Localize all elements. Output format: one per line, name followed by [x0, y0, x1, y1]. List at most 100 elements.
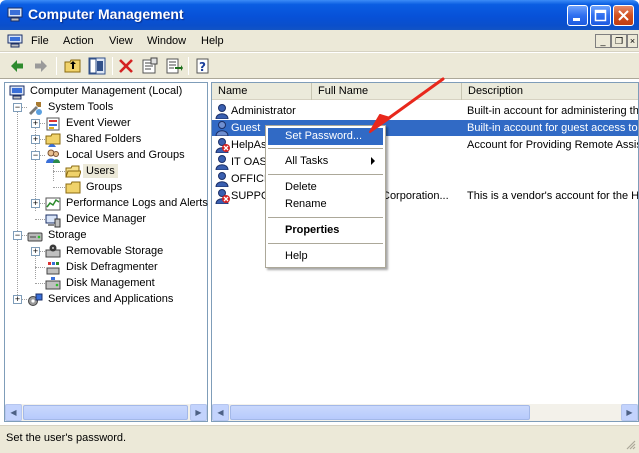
help-icon[interactable]: ?: [194, 57, 212, 75]
restore-icon: ❐: [614, 36, 624, 46]
folder-open-icon: [65, 165, 81, 178]
tree-horizontal-scrollbar[interactable]: ◀ ▶: [5, 404, 207, 421]
event-viewer-icon: [46, 117, 60, 131]
collapse-storage[interactable]: −: [13, 231, 22, 240]
removable-storage-icon: [45, 244, 61, 258]
menu-help[interactable]: Help: [201, 35, 224, 47]
user-icon: [215, 155, 229, 170]
tools-icon: [29, 102, 42, 115]
menu-item-properties[interactable]: Properties: [268, 222, 383, 239]
delete-icon[interactable]: [117, 57, 135, 75]
tree-label: Performance Logs and Alerts: [66, 197, 208, 209]
maximize-icon: [594, 9, 607, 22]
disk-defragmenter-icon: [46, 262, 60, 275]
menu-view[interactable]: View: [109, 35, 133, 47]
tree-label: Groups: [86, 181, 123, 193]
list-horizontal-scrollbar[interactable]: ◀ ▶: [212, 404, 638, 421]
mdi-close-button[interactable]: ×: [627, 34, 638, 48]
maximize-button[interactable]: [590, 5, 611, 26]
resize-grip-icon[interactable]: [624, 438, 636, 450]
scroll-right-icon[interactable]: ▶: [621, 404, 638, 421]
expand-event-viewer[interactable]: +: [31, 119, 40, 128]
minimize-icon: [573, 18, 580, 21]
mdi-minimize-button[interactable]: _: [595, 34, 611, 48]
user-description: Built-in account for administering th: [467, 105, 639, 117]
disk-management-icon: [45, 277, 61, 290]
tree-label: System Tools: [48, 101, 114, 113]
menu-window[interactable]: Window: [147, 35, 186, 47]
submenu-arrow-icon: [371, 157, 375, 165]
expand-removable-storage[interactable]: +: [31, 247, 40, 256]
folder-icon: [65, 181, 81, 194]
tree-label: Computer Management (Local): [30, 85, 183, 97]
console-tree[interactable]: Computer Management (Local) − System Too…: [4, 82, 208, 422]
menu-action[interactable]: Action: [63, 35, 94, 47]
storage-icon: [27, 232, 43, 242]
close-icon: ×: [629, 36, 636, 46]
title-bar[interactable]: Computer Management: [0, 0, 639, 30]
collapse-local-users-groups[interactable]: −: [31, 151, 40, 160]
menu-item-rename[interactable]: Rename: [268, 196, 383, 213]
tree-label: Removable Storage: [66, 245, 164, 257]
collapse-system-tools[interactable]: −: [13, 103, 22, 112]
menu-item-help[interactable]: Help: [268, 248, 383, 265]
properties-icon[interactable]: [141, 57, 159, 75]
expand-services-apps[interactable]: +: [13, 295, 22, 304]
user-description: Built-in account for guest access to: [467, 122, 638, 134]
svg-text:?: ?: [199, 60, 206, 74]
tree-label: Users: [83, 164, 118, 178]
user-icon: [215, 104, 229, 119]
status-bar: Set the user's password.: [0, 425, 639, 453]
computer-icon: [9, 85, 25, 100]
column-header-description[interactable]: Description: [462, 83, 638, 100]
scroll-right-icon[interactable]: ▶: [190, 404, 207, 421]
tree-label: Disk Defragmenter: [66, 261, 158, 273]
export-list-icon[interactable]: [165, 57, 183, 75]
expand-shared-folders[interactable]: +: [31, 135, 40, 144]
window-title: Computer Management: [28, 6, 184, 22]
annotation-arrow-icon: [369, 77, 445, 133]
user-description: This is a vendor's account for the H: [467, 190, 639, 202]
close-icon: [618, 10, 629, 21]
column-header-name[interactable]: Name: [212, 83, 312, 100]
user-icon: [215, 172, 229, 187]
tree-label: Device Manager: [66, 213, 147, 225]
scroll-thumb[interactable]: [23, 405, 188, 420]
user-icon: [215, 121, 229, 136]
menu-item-label: All Tasks: [285, 155, 329, 167]
scroll-left-icon[interactable]: ◀: [5, 404, 22, 421]
users-groups-icon: [46, 149, 60, 163]
show-hide-tree-icon[interactable]: [88, 57, 106, 75]
minimize-icon: _: [600, 36, 606, 46]
close-button[interactable]: [613, 5, 634, 26]
tree-label: Event Viewer: [66, 117, 131, 129]
tree-label: Storage: [48, 229, 87, 241]
forward-icon[interactable]: [32, 57, 50, 75]
menu-item-delete[interactable]: Delete: [268, 179, 383, 196]
performance-icon: [45, 197, 61, 211]
services-icon: [28, 293, 43, 306]
back-icon[interactable]: [8, 57, 26, 75]
minimize-button[interactable]: [567, 5, 588, 26]
tree-label: Services and Applications: [48, 293, 174, 305]
menu-file[interactable]: File: [31, 35, 49, 47]
computer-management-icon: [7, 7, 23, 22]
scroll-thumb[interactable]: [230, 405, 530, 420]
up-folder-icon[interactable]: [64, 57, 82, 75]
mdi-restore-button[interactable]: ❐: [611, 34, 627, 48]
scroll-left-icon[interactable]: ◀: [212, 404, 229, 421]
context-menu: Set Password... All Tasks Delete Rename …: [265, 125, 386, 268]
user-description: Account for Providing Remote Assis: [467, 139, 639, 151]
shared-folder-icon: [45, 133, 61, 147]
menu-item-all-tasks[interactable]: All Tasks: [268, 153, 383, 170]
disabled-user-icon: [215, 138, 230, 153]
toolbar: ?: [0, 53, 639, 79]
menu-bar: File Action View Window Help _ ❐ ×: [0, 30, 639, 52]
mmc-document-icon[interactable]: [7, 34, 23, 48]
expand-perf-logs[interactable]: +: [31, 199, 40, 208]
user-full-name: Corporation...: [382, 190, 449, 202]
device-manager-icon: [45, 214, 61, 228]
tree-label: Shared Folders: [66, 133, 142, 145]
tree-label: Disk Management: [66, 277, 155, 289]
tree-label: Local Users and Groups: [66, 149, 185, 161]
